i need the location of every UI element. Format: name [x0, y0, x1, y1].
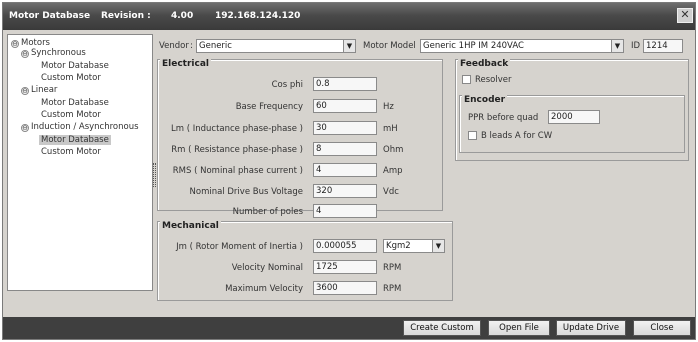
rms-current-unit: Amp: [383, 166, 403, 176]
open-file-button[interactable]: Open File: [488, 320, 550, 336]
chevron-down-icon[interactable]: ▼: [343, 40, 355, 52]
tree-expand-icon[interactable]: ⊖: [21, 124, 29, 132]
cos-phi-label: Cos phi: [271, 80, 303, 90]
tree-item-label: Motor Database: [41, 98, 109, 108]
b-leads-label: B leads A for CW: [481, 131, 553, 141]
app-title: Motor Database: [9, 11, 91, 21]
motor-tree: ⊖ Motors ⊖ Synchronous Motor Database Cust…: [7, 34, 153, 291]
resolver-checkbox[interactable]: [462, 75, 471, 84]
bus-voltage-field[interactable]: 320: [313, 184, 377, 198]
title-bar: Motor Database Revision : 4.00 192.168.1…: [3, 3, 695, 30]
tree-item-label: Custom Motor: [41, 147, 101, 157]
encoder-title: Encoder: [462, 95, 508, 105]
vendor-label: Vendor: [159, 41, 189, 51]
tree-item-label: Motor Database: [39, 135, 111, 145]
feedback-title: Feedback: [458, 59, 511, 69]
tree-item-label: Synchronous: [31, 48, 86, 58]
poles-label: Number of poles: [232, 207, 303, 217]
b-leads-checkbox[interactable]: [468, 131, 477, 140]
inductance-label: Lm ( Inductance phase-phase ): [170, 124, 303, 134]
id-field[interactable]: 1214: [643, 39, 683, 53]
mechanical-title: Mechanical: [160, 221, 221, 231]
jm-label: Jm ( Rotor Moment of Inertia ): [176, 242, 303, 252]
rms-current-label: RMS ( Nominal phase current ): [172, 166, 303, 176]
tree-item-linear[interactable]: ⊖ Linear: [21, 85, 57, 95]
tree-item-induction-motor-database[interactable]: Motor Database: [39, 135, 111, 145]
tree-item-label: Linear: [31, 85, 58, 95]
revision-value: 4.00: [171, 11, 194, 21]
tree-expand-icon[interactable]: ⊖: [21, 87, 29, 95]
update-drive-button[interactable]: Update Drive: [556, 320, 626, 336]
revision-label: Revision :: [101, 11, 151, 21]
velocity-nominal-unit: RPM: [383, 263, 402, 273]
jm-field[interactable]: 0.000055: [313, 239, 377, 253]
tree-item-label: Motor Database: [41, 61, 109, 71]
ip-address: 192.168.124.120: [215, 11, 301, 21]
velocity-nominal-field[interactable]: 1725: [313, 260, 377, 274]
motor-database-window: Motor Database Revision : 4.00 192.168.1…: [2, 2, 696, 340]
close-button[interactable]: Close: [633, 320, 691, 336]
tree-item-synchronous[interactable]: ⊖ Synchronous: [21, 48, 86, 58]
id-label: ID: [631, 41, 641, 51]
vendor-value: Generic: [199, 41, 232, 51]
jm-unit-value: Kgm2: [386, 241, 411, 251]
inductance-field[interactable]: 30: [313, 121, 377, 135]
base-frequency-label: Base Frequency: [235, 102, 303, 112]
cos-phi-field[interactable]: 0.8: [313, 77, 377, 91]
bus-voltage-label: Nominal Drive Bus Voltage: [189, 187, 303, 197]
resistance-field[interactable]: 8: [313, 142, 377, 156]
resistance-unit: Ohm: [383, 145, 404, 155]
tree-expand-icon[interactable]: ⊖: [21, 50, 29, 58]
close-icon[interactable]: ✕: [677, 8, 693, 23]
chevron-down-icon[interactable]: ▼: [432, 240, 444, 252]
motor-model-value: Generic 1HP IM 240VAC: [423, 41, 524, 51]
vendor-select[interactable]: Generic ▼: [196, 39, 356, 53]
tree-item-label: Induction / Asynchronous: [31, 122, 139, 132]
create-custom-button[interactable]: Create Custom: [403, 320, 481, 336]
tree-item-label: Custom Motor: [41, 73, 101, 83]
electrical-title: Electrical: [160, 59, 211, 69]
button-bar: Create Custom Open File Update Drive Clo…: [3, 317, 695, 339]
bus-voltage-unit: Vdc: [383, 187, 399, 197]
motor-model-select[interactable]: Generic 1HP IM 240VAC ▼: [420, 39, 624, 53]
tree-item-motors[interactable]: ⊖ Motors: [11, 38, 50, 48]
max-velocity-label: Maximum Velocity: [225, 284, 303, 294]
motor-model-label: Motor Model: [363, 41, 416, 51]
max-velocity-unit: RPM: [383, 284, 402, 294]
ppr-field[interactable]: 2000: [548, 110, 600, 124]
ppr-label: PPR before quad: [468, 113, 539, 123]
tree-item-induction[interactable]: ⊖ Induction / Asynchronous: [21, 122, 139, 132]
max-velocity-field[interactable]: 3600: [313, 281, 377, 295]
velocity-nominal-label: Velocity Nominal: [231, 263, 303, 273]
tree-item-sync-custom-motor[interactable]: Custom Motor: [41, 73, 101, 83]
vendor-colon: :: [190, 41, 193, 51]
inductance-unit: mH: [383, 124, 398, 134]
tree-item-linear-motor-database[interactable]: Motor Database: [41, 98, 109, 108]
tree-item-sync-motor-database[interactable]: Motor Database: [41, 61, 109, 71]
mechanical-group: Mechanical: [157, 221, 453, 301]
tree-item-label: Motors: [21, 38, 50, 48]
resolver-label: Resolver: [475, 75, 512, 85]
jm-unit-select[interactable]: Kgm2 ▼: [383, 239, 445, 253]
tree-item-label: Custom Motor: [41, 110, 101, 120]
tree-expand-icon[interactable]: ⊖: [11, 40, 19, 48]
encoder-group: Encoder: [459, 95, 685, 153]
rms-current-field[interactable]: 4: [313, 163, 377, 177]
tree-item-linear-custom-motor[interactable]: Custom Motor: [41, 110, 101, 120]
tree-item-induction-custom-motor[interactable]: Custom Motor: [41, 147, 101, 157]
base-frequency-unit: Hz: [383, 102, 394, 112]
poles-field[interactable]: 4: [313, 204, 377, 218]
base-frequency-field[interactable]: 60: [313, 99, 377, 113]
chevron-down-icon[interactable]: ▼: [611, 40, 623, 52]
resistance-label: Rm ( Resistance phase-phase ): [171, 145, 303, 155]
panel-splitter[interactable]: [153, 163, 156, 187]
